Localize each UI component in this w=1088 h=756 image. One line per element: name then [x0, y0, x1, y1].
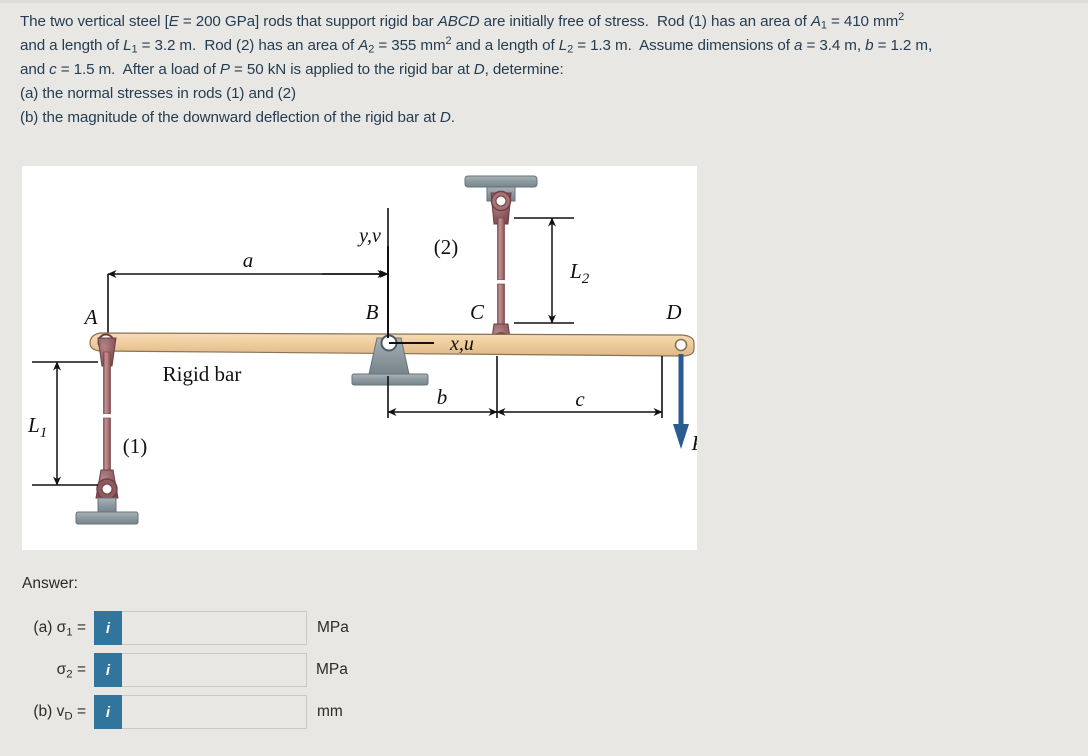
unit-sigma2: MPa: [316, 661, 348, 678]
answer-label-vD: (b) vD =: [33, 703, 86, 723]
joint-label-C: C: [470, 300, 485, 324]
answer-label-sigma1: (a) σ1 =: [33, 619, 86, 639]
top-divider: [0, 0, 1088, 3]
problem-line-1: The two vertical steel [E = 200 GPa] rod…: [20, 10, 905, 32]
input-sigma1[interactable]: [122, 611, 307, 645]
dimension-L2: L2: [514, 217, 590, 324]
dimension-L1: L1: [27, 361, 98, 486]
page-root: The two vertical steel [E = 200 GPa] rod…: [0, 0, 1088, 756]
figure-panel: a y,v A B C D (2) L2 (1) L1 Rigid bar x,…: [22, 166, 697, 550]
joint-label-A: A: [83, 305, 98, 329]
info-button-vD[interactable]: i: [94, 695, 122, 729]
input-sigma2[interactable]: [122, 653, 307, 687]
dimension-a: a: [107, 208, 389, 344]
dimension-L1-label: L1: [27, 413, 47, 441]
answer-label-sigma2: σ2 =: [56, 661, 86, 681]
load-label-P: P: [691, 431, 697, 455]
ground-support-rod1: [75, 497, 139, 525]
unit-vD: mm: [317, 703, 343, 720]
rod-2-label: (2): [434, 235, 459, 259]
problem-line-5: (b) the magnitude of the downward deflec…: [20, 109, 455, 126]
dimension-a-label: a: [243, 248, 254, 272]
field-group-sigma1: i: [94, 611, 307, 645]
structural-diagram: a y,v A B C D (2) L2 (1) L1 Rigid bar x,…: [27, 175, 697, 525]
answer-row-sigma1: (a) σ1 = i MPa: [22, 611, 722, 645]
field-group-sigma2: i: [94, 653, 307, 687]
info-button-sigma2[interactable]: i: [94, 653, 122, 687]
axis-label-xu: x,u: [449, 333, 474, 355]
rod-2: (2): [434, 190, 513, 354]
dimension-b-c: b c: [387, 356, 663, 418]
info-button-sigma1[interactable]: i: [94, 611, 122, 645]
joint-label-B: B: [366, 300, 379, 324]
load-arrow-P: P: [673, 354, 697, 455]
dimension-L2-label: L2: [569, 259, 590, 287]
axis-y-v: y,v: [357, 225, 381, 247]
rod-1-label: (1): [123, 434, 148, 458]
problem-line-2: and a length of L1 = 3.2 m. Rod (2) has …: [20, 34, 933, 56]
axis-label-yv: y,v: [357, 225, 381, 247]
dimension-c-label: c: [575, 387, 585, 411]
pin-hole-D: [674, 338, 688, 352]
problem-line-3: and c = 1.5 m. After a load of P = 50 kN…: [20, 61, 564, 78]
problem-statement: The two vertical steel [E = 200 GPa] rod…: [20, 10, 1072, 130]
input-vD[interactable]: [122, 695, 307, 729]
answer-section: Answer: (a) σ1 = i MPa σ2 = i MPa (b) vD…: [22, 575, 722, 737]
joint-label-D: D: [665, 300, 681, 324]
answer-row-sigma2: σ2 = i MPa: [22, 653, 722, 687]
dimension-b-label: b: [437, 385, 448, 409]
rigid-bar-caption: Rigid bar: [163, 362, 242, 386]
unit-sigma1: MPa: [317, 619, 349, 636]
field-group-vD: i: [94, 695, 307, 729]
answer-row-vD: (b) vD = i mm: [22, 695, 722, 729]
rod-1: (1): [95, 337, 148, 500]
axis-y-v-lines: [322, 246, 389, 338]
problem-line-4: (a) the normal stresses in rods (1) and …: [20, 85, 296, 102]
answer-heading: Answer:: [22, 575, 78, 592]
